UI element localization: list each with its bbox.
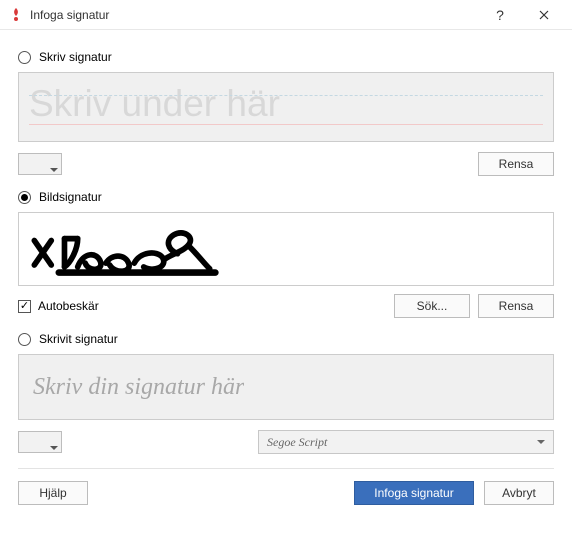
help-button[interactable]: ?	[478, 1, 522, 29]
option-draw-label: Skriv signatur	[39, 50, 112, 64]
draw-baseline	[29, 124, 543, 125]
autocrop-label: Autobeskär	[38, 299, 99, 313]
insert-button[interactable]: Infoga signatur	[354, 481, 474, 505]
option-type-label: Skrivit signatur	[39, 332, 118, 346]
option-image-label: Bildsignatur	[39, 190, 102, 204]
radio-type[interactable]	[18, 333, 31, 346]
type-color-dropdown[interactable]	[18, 431, 62, 453]
image-signature-preview[interactable]	[18, 212, 554, 286]
browse-button[interactable]: Sök...	[394, 294, 470, 318]
option-type[interactable]: Skrivit signatur	[18, 332, 554, 346]
separator	[18, 468, 554, 469]
type-input[interactable]: Skriv din signatur här	[18, 354, 554, 420]
close-button[interactable]	[522, 1, 566, 29]
titlebar: Infoga signatur ?	[0, 0, 572, 30]
help-button[interactable]: Hjälp	[18, 481, 88, 505]
signature-image	[23, 216, 230, 282]
option-image[interactable]: Bildsignatur	[18, 190, 554, 204]
app-icon	[8, 7, 24, 23]
option-draw[interactable]: Skriv signatur	[18, 50, 554, 64]
font-select[interactable]: Segoe Script	[258, 430, 554, 454]
checkbox-icon	[18, 300, 31, 313]
draw-guideline-dash	[29, 95, 543, 96]
window-title: Infoga signatur	[30, 8, 478, 22]
chevron-down-icon	[50, 168, 58, 172]
type-placeholder: Skriv din signatur här	[33, 374, 244, 401]
draw-color-dropdown[interactable]	[18, 153, 62, 175]
draw-canvas[interactable]: Skriv under här	[18, 72, 554, 142]
radio-image[interactable]	[18, 191, 31, 204]
draw-placeholder: Skriv under här	[29, 77, 543, 122]
font-select-value: Segoe Script	[267, 435, 327, 450]
dialog-footer: Hjälp Infoga signatur Avbryt	[18, 481, 554, 505]
chevron-down-icon	[50, 446, 58, 450]
image-clear-button[interactable]: Rensa	[478, 294, 554, 318]
radio-draw[interactable]	[18, 51, 31, 64]
draw-clear-button[interactable]: Rensa	[478, 152, 554, 176]
cancel-button[interactable]: Avbryt	[484, 481, 554, 505]
autocrop-checkbox[interactable]: Autobeskär	[18, 299, 99, 313]
chevron-down-icon	[537, 440, 545, 444]
close-icon	[539, 10, 549, 20]
